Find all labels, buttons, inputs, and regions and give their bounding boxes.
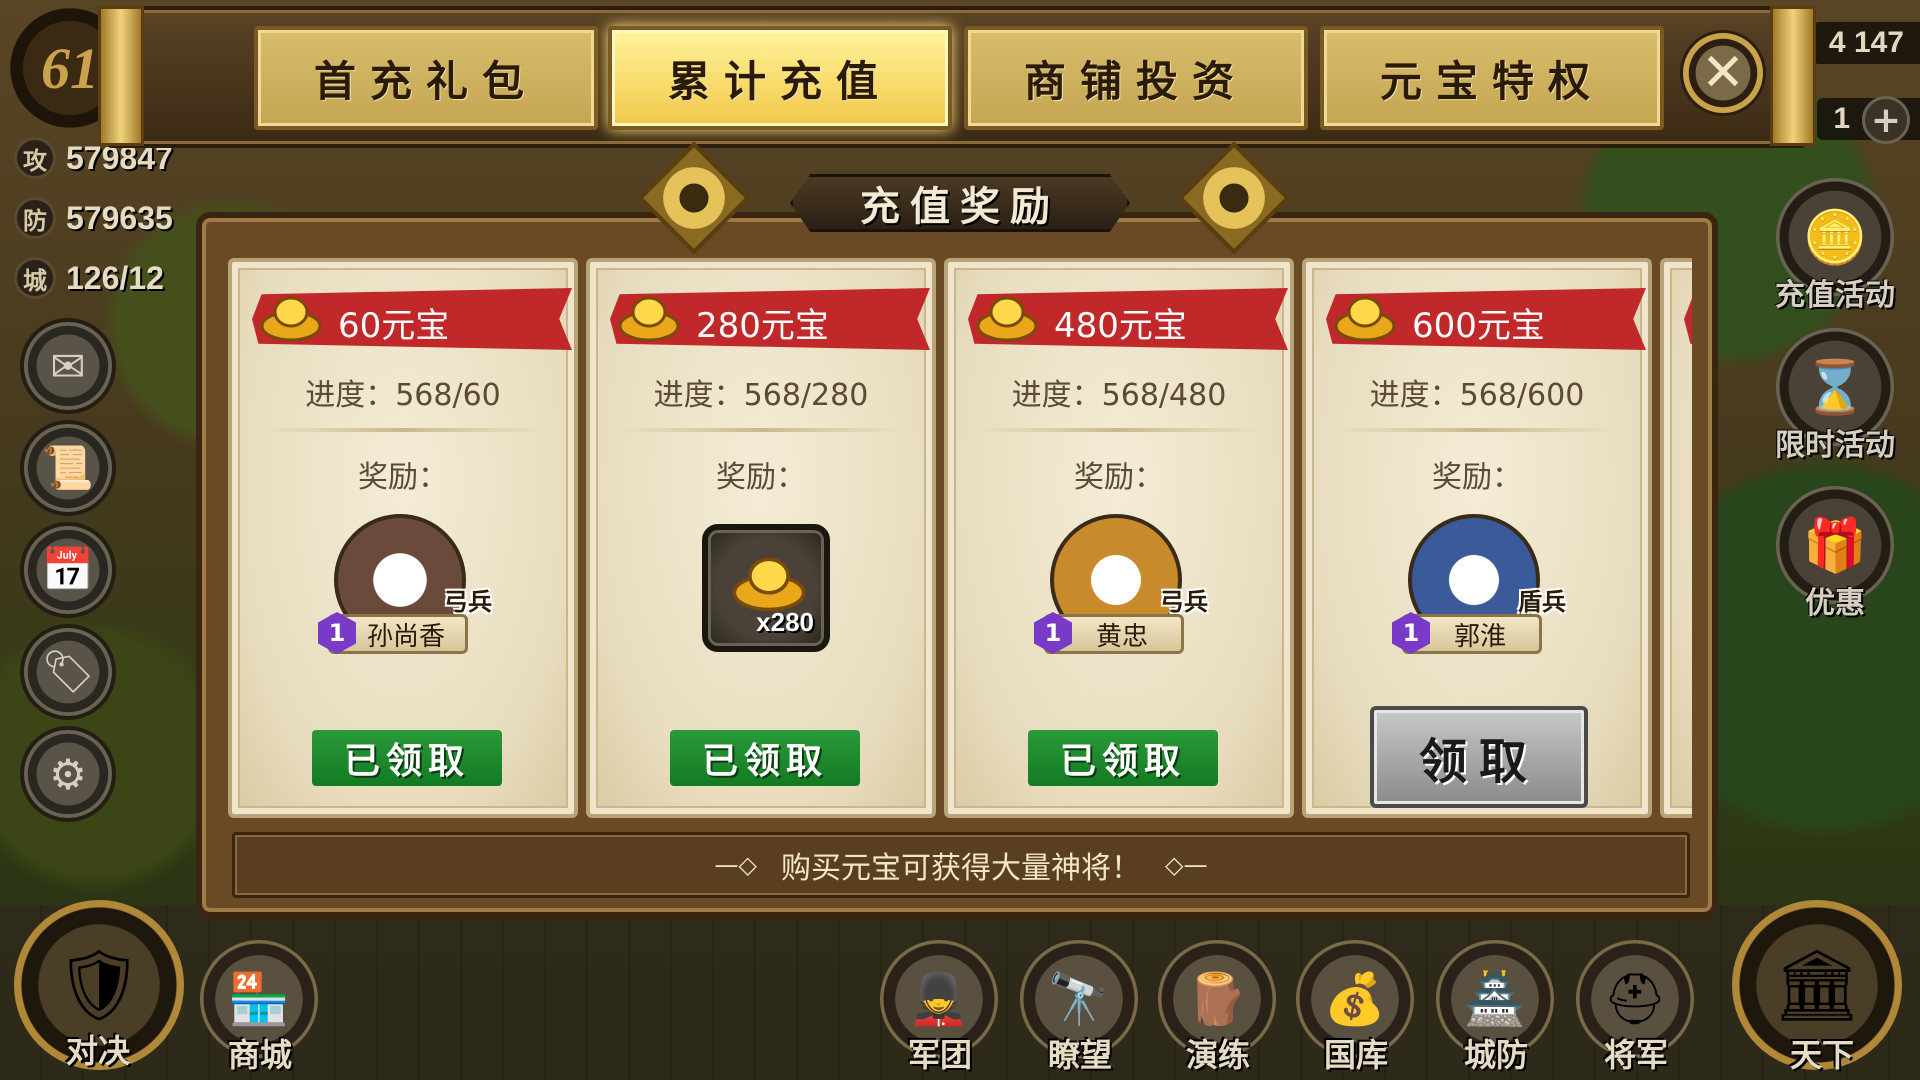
footer-tip-bar: —◇ 购买元宝可获得大量神将！ ◇— [232,832,1690,898]
legion-label: 军团 [907,1036,972,1074]
reward-card-partial [1660,258,1692,818]
right-scroll-ornament [1770,6,1816,146]
card-progress: 进度：568/60 [305,378,501,413]
training-dummy-icon: 🪵 [1185,969,1249,1028]
gold-ingot-icon [618,296,680,342]
card-list[interactable]: 60元宝 进度：568/60 奖励： 弓兵 孙尚香 1 已领取 280元宝 进度… [228,258,1692,818]
settings-button[interactable]: ⚙ [20,726,116,822]
item-count: x280 [756,607,814,637]
reward-item-ingot[interactable]: x280 [702,524,830,652]
gift-icon: 🎁 [1802,515,1868,576]
palace-icon: 🏛 [1772,943,1862,1026]
city-defense-label: 城防 [1463,1036,1528,1074]
tab-cumulative-recharge[interactable]: 累计充值 [608,26,952,130]
resource-counter-1: 4 147 [1812,22,1920,64]
gold-ingot-icon [260,296,322,342]
city-value: 126/12 [66,259,164,296]
hero-class: 盾兵 [1518,588,1566,616]
card-progress: 进度：568/280 [653,378,869,413]
recharge-activity-label: 充值活动 [1775,278,1895,313]
tab-shop-investment[interactable]: 商铺投资 [964,26,1308,130]
general-label: 将军 [1603,1036,1668,1074]
reward-card: 280元宝 进度：568/280 奖励： x280 已领取 [586,258,936,818]
envelope-icon: ✉ [50,341,86,391]
gold-ingot-icon [1334,296,1396,342]
reward-label: 奖励： [1074,460,1164,495]
reward-card: 60元宝 进度：568/60 奖励： 弓兵 孙尚香 1 已领取 [228,258,578,818]
gear-icon: ⚙ [49,749,87,799]
card-divider [262,428,544,432]
gold-ingot-icon [976,296,1038,342]
rank-button[interactable]: 🏷 [20,624,116,720]
city-icon: 城 [14,257,56,299]
card-title: 280元宝 [696,306,829,346]
card-progress: 进度：568/480 [1011,378,1227,413]
warrior-helmet-icon: 🛡 [54,943,144,1026]
card-divider [620,428,902,432]
tab-first-recharge[interactable]: 首充礼包 [254,26,598,130]
card-divider [1336,428,1618,432]
panel-title: 充值奖励 [790,174,1130,232]
card-title-ribbon [1684,288,1692,350]
right-arrow-ornament: ◇— [1165,851,1208,879]
watch-label: 瞭望 [1047,1036,1112,1074]
defense-value: 579635 [66,199,173,236]
hero-class: 弓兵 [444,588,492,616]
reward-label: 奖励： [716,460,806,495]
calendar-button[interactable]: 📅 [20,522,116,618]
guard-icon: 🏯 [1463,969,1527,1028]
plus-icon: + [1870,99,1902,141]
scroll-button[interactable]: 📜 [20,420,116,516]
card-title: 480元宝 [1054,306,1187,346]
card-title: 600元宝 [1412,306,1545,346]
mail-button[interactable]: ✉ [20,318,116,414]
defense-stat: 防 579635 [14,196,173,240]
hero-class: 弓兵 [1160,588,1208,616]
shop-label: 商城 [227,1036,292,1074]
helmet-icon: ⛑ [1603,969,1667,1028]
card-progress: 进度：568/600 [1369,378,1585,413]
claimed-button: 已领取 [670,730,860,786]
claim-button[interactable]: 领取 [1370,706,1588,808]
city-stat: 城 126/12 [14,256,164,300]
reward-label: 奖励： [1432,460,1522,495]
close-button[interactable]: ✕ [1680,30,1766,116]
rank-icon: 🏷 [41,647,95,696]
close-icon: ✕ [1701,43,1745,103]
reward-card: 480元宝 进度：568/480 奖励： 弓兵 黄忠 1 已领取 [944,258,1294,818]
reward-panel: 60元宝 进度：568/60 奖励： 弓兵 孙尚香 1 已领取 280元宝 进度… [196,212,1718,918]
left-arrow-ornament: —◇ [714,851,757,879]
gold-ingot-icon: 🪙 [1802,207,1868,268]
telescope-icon: 🔭 [1047,969,1111,1028]
treasury-label: 国库 [1323,1036,1388,1074]
defense-icon: 防 [14,197,56,239]
reward-card: 600元宝 进度：568/600 奖励： 盾兵 郭淮 1 领取 [1302,258,1652,818]
soldier-icon: 💂 [907,969,971,1028]
left-scroll-ornament [98,6,144,146]
card-title: 60元宝 [338,306,450,346]
claimed-button: 已领取 [1028,730,1218,786]
discount-label: 优惠 [1805,586,1865,621]
scroll-icon: 📜 [41,443,95,492]
footer-tip: 购买元宝可获得大量神将！ [781,851,1141,886]
market-stall-icon: 🏪 [227,969,291,1028]
duel-label: 对决 [65,1032,130,1070]
treasure-chest-icon: 💰 [1323,969,1387,1028]
limited-activity-label: 限时活动 [1775,428,1895,463]
reward-label: 奖励： [358,460,448,495]
world-label: 天下 [1789,1036,1854,1074]
card-divider [978,428,1260,432]
claimed-button: 已领取 [312,730,502,786]
tab-ingot-privilege[interactable]: 元宝特权 [1320,26,1664,130]
hourglass-icon: ⌛ [1802,357,1868,418]
add-resource-button[interactable]: + [1862,96,1910,144]
calendar-icon: 📅 [41,545,95,594]
gold-ingot-icon [732,557,806,612]
drill-label: 演练 [1185,1036,1250,1074]
attack-icon: 攻 [14,137,56,179]
